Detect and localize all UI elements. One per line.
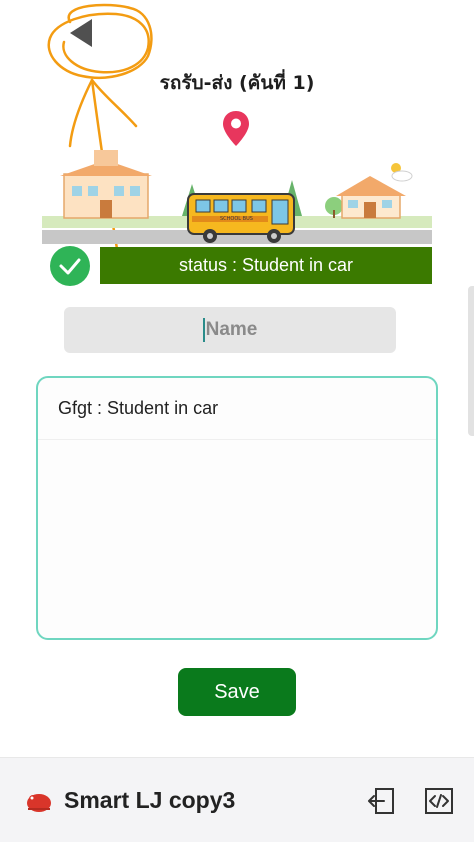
list-item-label: Gfgt : Student in car xyxy=(58,398,219,418)
school-bus-illustration: SCHOOL BUS xyxy=(42,150,432,244)
app-name: Smart LJ copy3 xyxy=(64,787,236,813)
footer-bar: Smart LJ copy3 xyxy=(0,757,474,842)
page-title: รถรับ-ส่ง (คันที่ 1) xyxy=(159,72,315,94)
side-edge-handle[interactable] xyxy=(468,286,474,436)
code-icon xyxy=(425,788,453,814)
exit-icon xyxy=(368,788,394,814)
check-circle-icon xyxy=(50,246,90,286)
code-button[interactable] xyxy=(424,786,454,816)
back-triangle-icon xyxy=(70,19,92,47)
status-label: status : Student in car xyxy=(100,247,432,284)
name-input[interactable]: Name xyxy=(64,307,396,353)
student-list[interactable]: Gfgt : Student in car xyxy=(36,376,438,640)
map-pin-icon xyxy=(223,111,249,146)
bus-label: SCHOOL BUS xyxy=(220,216,253,222)
exit-button[interactable] xyxy=(366,786,396,816)
back-button[interactable] xyxy=(64,16,98,50)
app-logo-icon xyxy=(27,794,51,812)
save-button[interactable]: Save xyxy=(178,668,296,716)
list-item[interactable]: Gfgt : Student in car xyxy=(38,378,436,440)
name-placeholder: Name xyxy=(205,319,258,340)
text-caret xyxy=(202,318,205,342)
status-row: status : Student in car xyxy=(50,246,432,286)
